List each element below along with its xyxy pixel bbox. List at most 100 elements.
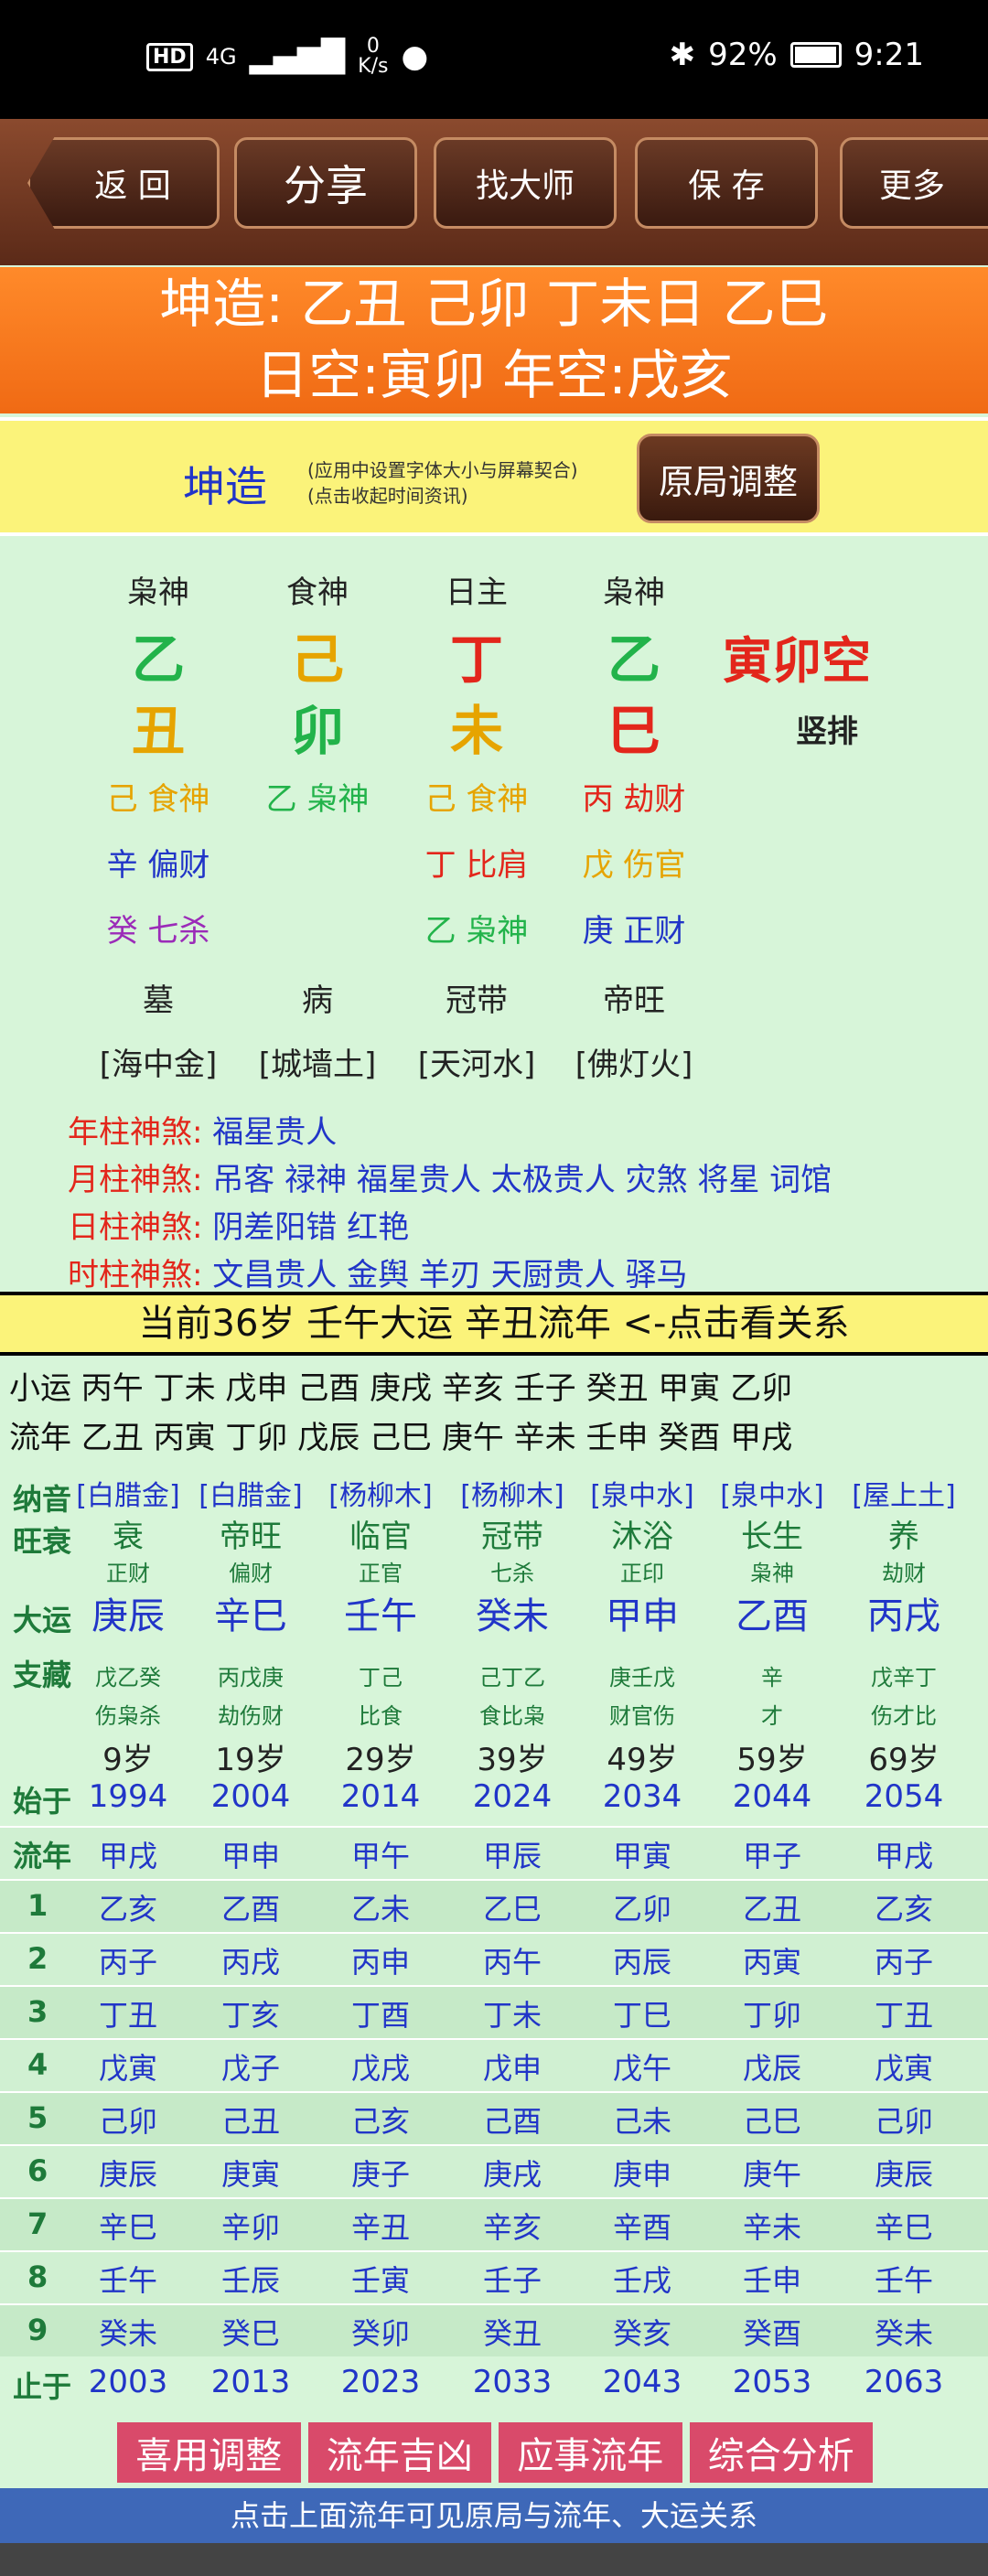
dayun-pillar[interactable]: 壬午 bbox=[317, 1586, 445, 1639]
liunian-cell[interactable]: 甲申 bbox=[187, 1833, 315, 1875]
liunian-cell[interactable]: 壬申 bbox=[708, 2258, 836, 2300]
liunian-cell[interactable]: 戊辰 bbox=[708, 2045, 836, 2088]
liunian-cell[interactable]: 乙巳 bbox=[448, 1886, 576, 1928]
liunian-cell[interactable]: 癸未 bbox=[840, 2311, 968, 2353]
liunian-cell[interactable]: 甲寅 bbox=[578, 1833, 706, 1875]
liunian-cell[interactable]: 辛未 bbox=[708, 2205, 836, 2247]
liunian-cell[interactable]: 乙亥 bbox=[840, 1886, 968, 1928]
liunian-cell[interactable]: 丁亥 bbox=[187, 1992, 315, 2034]
pillar-state: 冠带 bbox=[446, 982, 508, 1019]
liunian-cell[interactable]: 癸酉 bbox=[708, 2311, 836, 2353]
liunian-cell[interactable]: 庚辰 bbox=[840, 2152, 968, 2194]
liunian-cell[interactable]: 癸未 bbox=[64, 2311, 192, 2353]
liunian-cell[interactable]: 丙寅 bbox=[708, 1939, 836, 1981]
liunian-cell[interactable]: 丙午 bbox=[448, 1939, 576, 1981]
dayun-cang-shen: 比食 bbox=[359, 1703, 403, 1729]
liunian-cell[interactable]: 乙酉 bbox=[187, 1886, 315, 1928]
event-year-button[interactable]: 应事流年 bbox=[499, 2422, 682, 2483]
liunian-cell[interactable]: 丁巳 bbox=[578, 1992, 706, 2034]
liunian-cell[interactable]: 乙亥 bbox=[64, 1886, 192, 1928]
back-button[interactable]: 返 回 bbox=[27, 137, 220, 229]
dayun-pillar[interactable]: 丙戌 bbox=[840, 1586, 968, 1639]
liunian-cell[interactable]: 乙未 bbox=[317, 1886, 445, 1928]
liunian-cell[interactable]: 戊戌 bbox=[317, 2045, 445, 2088]
liunian-cell[interactable]: 辛巳 bbox=[840, 2205, 968, 2247]
dayun-pillar[interactable]: 乙酉 bbox=[708, 1586, 836, 1639]
liunian-cell[interactable]: 辛亥 bbox=[448, 2205, 576, 2247]
liunian-cell[interactable]: 乙卯 bbox=[578, 1886, 706, 1928]
liunian-cell[interactable]: 庚子 bbox=[317, 2152, 445, 2194]
liunian-cell[interactable]: 壬辰 bbox=[187, 2258, 315, 2300]
liunian-cell[interactable]: 辛酉 bbox=[578, 2205, 706, 2247]
liunian-cell[interactable]: 癸丑 bbox=[448, 2311, 576, 2353]
liunian-cell[interactable]: 壬子 bbox=[448, 2258, 576, 2300]
liunian-cell[interactable]: 己未 bbox=[578, 2098, 706, 2141]
pillar-shen: 枭神 bbox=[127, 574, 189, 611]
favorable-adjust-button[interactable]: 喜用调整 bbox=[117, 2422, 301, 2483]
liunian-cell[interactable]: 戊申 bbox=[448, 2045, 576, 2088]
more-button[interactable]: 更多 bbox=[840, 137, 988, 229]
analysis-button[interactable]: 综合分析 bbox=[689, 2422, 873, 2483]
dayun-cang-shen: 伤才比 bbox=[871, 1703, 937, 1729]
liunian-cell[interactable]: 庚寅 bbox=[187, 2152, 315, 2194]
liunian-cell[interactable]: 癸卯 bbox=[317, 2311, 445, 2353]
liunian-cell[interactable]: 己卯 bbox=[64, 2098, 192, 2141]
liunian-cell[interactable]: 庚申 bbox=[578, 2152, 706, 2194]
liunian-cell[interactable]: 庚戌 bbox=[448, 2152, 576, 2194]
liunian-cell[interactable]: 壬寅 bbox=[317, 2258, 445, 2300]
liunian-cell[interactable]: 癸巳 bbox=[187, 2311, 315, 2353]
liunian-cell[interactable]: 庚辰 bbox=[64, 2152, 192, 2194]
liunian-cell[interactable]: 己酉 bbox=[448, 2098, 576, 2141]
liunian-cell[interactable]: 丙辰 bbox=[578, 1939, 706, 1981]
liunian-cell[interactable]: 丙子 bbox=[64, 1939, 192, 1981]
liunian-cell[interactable]: 己丑 bbox=[187, 2098, 315, 2141]
liunian-cell[interactable]: 甲戌 bbox=[840, 1833, 968, 1875]
liunian-cell[interactable]: 己亥 bbox=[317, 2098, 445, 2141]
dayun-pillar[interactable]: 庚辰 bbox=[64, 1586, 192, 1639]
find-master-button[interactable]: 找大师 bbox=[434, 137, 617, 229]
save-button[interactable]: 保 存 bbox=[635, 137, 818, 229]
liunian-cell[interactable]: 辛巳 bbox=[64, 2205, 192, 2247]
dayun-nayin: [泉中水] bbox=[720, 1480, 824, 1512]
dayun-end-year: 2013 bbox=[210, 2364, 291, 2400]
liunian-cell[interactable]: 癸亥 bbox=[578, 2311, 706, 2353]
liunian-cell[interactable]: 甲午 bbox=[317, 1833, 445, 1875]
liunian-cell[interactable]: 甲辰 bbox=[448, 1833, 576, 1875]
liunian-cell[interactable]: 辛卯 bbox=[187, 2205, 315, 2247]
liunian-cell[interactable]: 己巳 bbox=[708, 2098, 836, 2141]
liunian-cell[interactable]: 辛丑 bbox=[317, 2205, 445, 2247]
dayun-pillar[interactable]: 癸未 bbox=[448, 1586, 576, 1639]
current-luck-banner[interactable]: 当前36岁 壬午大运 辛丑流年 <-点击看关系 bbox=[0, 1292, 988, 1356]
liunian-cell[interactable]: 戊午 bbox=[578, 2045, 706, 2088]
liunian-cell[interactable]: 丁未 bbox=[448, 1992, 576, 2034]
liunian-cell[interactable]: 丁酉 bbox=[317, 1992, 445, 2034]
liunian-cell[interactable]: 庚午 bbox=[708, 2152, 836, 2194]
liunian-cell[interactable]: 壬戌 bbox=[578, 2258, 706, 2300]
liunian-cell[interactable]: 丙戌 bbox=[187, 1939, 315, 1981]
liunian-cell[interactable]: 壬午 bbox=[64, 2258, 192, 2300]
liunian-cell[interactable]: 戊寅 bbox=[840, 2045, 968, 2088]
info-bar[interactable]: 坤造 (应用中设置字体大小与屏幕契合) (点击收起时间资讯) 原局调整 bbox=[0, 417, 988, 536]
liunian-cell[interactable]: 壬午 bbox=[840, 2258, 968, 2300]
liunian-cell[interactable]: 戊子 bbox=[187, 2045, 315, 2088]
pillar-nayin: [城墙土] bbox=[258, 1046, 377, 1083]
pillar-shen: 枭神 bbox=[603, 574, 665, 611]
liunian-cell[interactable]: 甲子 bbox=[708, 1833, 836, 1875]
liunian-cell[interactable]: 丁丑 bbox=[64, 1992, 192, 2034]
liunian-cell[interactable]: 丙子 bbox=[840, 1939, 968, 1981]
dayun-pillar[interactable]: 甲申 bbox=[578, 1586, 706, 1639]
vertical-toggle[interactable]: 竖排 bbox=[796, 706, 858, 751]
wechat-icon: ● bbox=[401, 38, 429, 75]
battery-percent: 92% bbox=[708, 37, 778, 73]
liunian-cell[interactable]: 丙申 bbox=[317, 1939, 445, 1981]
dayun-pillar[interactable]: 辛巳 bbox=[187, 1586, 315, 1639]
share-button[interactable]: 分享 bbox=[234, 137, 417, 229]
liunian-cell[interactable]: 丁丑 bbox=[840, 1992, 968, 2034]
year-fortune-button[interactable]: 流年吉凶 bbox=[307, 2422, 491, 2483]
liunian-cell[interactable]: 丁卯 bbox=[708, 1992, 836, 2034]
adjust-chart-button[interactable]: 原局调整 bbox=[637, 434, 820, 523]
liunian-cell[interactable]: 己卯 bbox=[840, 2098, 968, 2141]
liunian-cell[interactable]: 乙丑 bbox=[708, 1886, 836, 1928]
liunian-cell[interactable]: 戊寅 bbox=[64, 2045, 192, 2088]
liunian-cell[interactable]: 甲戌 bbox=[64, 1833, 192, 1875]
